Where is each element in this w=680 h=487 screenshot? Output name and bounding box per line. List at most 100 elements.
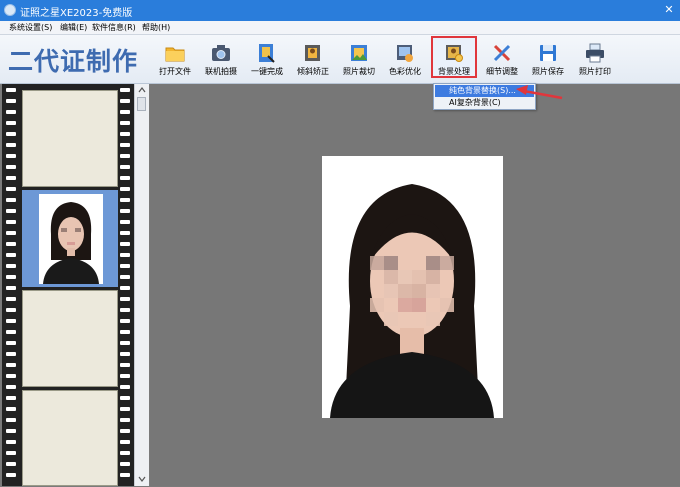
sprocket-hole — [120, 132, 130, 136]
app-icon — [4, 4, 16, 16]
thumbnail-portrait — [39, 194, 103, 284]
thumbnail-slot-empty[interactable] — [22, 290, 118, 387]
window-title: 证照之星XE2023-免费版 — [20, 8, 133, 19]
sprocket-hole — [6, 143, 16, 147]
scroll-down-button[interactable] — [136, 474, 148, 484]
color-optimize-button[interactable]: 色彩优化 — [383, 38, 427, 82]
color-icon — [397, 45, 413, 62]
sprocket-hole — [6, 132, 16, 136]
sprocket-hole — [120, 330, 130, 334]
detail-icon — [493, 44, 511, 62]
menu-system-settings[interactable]: 系统设置(S) — [9, 22, 52, 33]
sprocket-hole — [6, 187, 16, 191]
sprocket-hole — [120, 165, 130, 169]
photo-canvas[interactable] — [150, 84, 680, 486]
menu-software-info[interactable]: 软件信息(R) — [92, 22, 136, 33]
thumbnail-filmstrip — [2, 84, 134, 486]
detail-adjust-button[interactable]: 细节调整 — [480, 38, 524, 82]
thumbnail-slot-empty[interactable] — [22, 390, 118, 486]
sprocket-hole — [6, 121, 16, 125]
thumbnail-slot-empty[interactable] — [22, 90, 118, 187]
main-portrait-photo — [322, 156, 503, 418]
crop-icon — [351, 45, 367, 61]
scroll-thumb[interactable] — [137, 97, 146, 111]
sprocket-hole — [120, 407, 130, 411]
detail-adjust-label: 细节调整 — [486, 67, 518, 76]
camera-capture-label: 联机拍摄 — [205, 67, 237, 76]
sprocket-hole — [6, 286, 16, 290]
sprocket-hole — [120, 385, 130, 389]
sprocket-hole — [120, 121, 130, 125]
sprocket-hole — [6, 462, 16, 466]
sprocket-hole — [6, 407, 16, 411]
sprocket-hole — [120, 352, 130, 356]
sprocket-hole — [6, 220, 16, 224]
sprocket-hole — [6, 198, 16, 202]
sprocket-hole — [120, 110, 130, 114]
camera-capture-button[interactable]: 联机拍摄 — [199, 38, 243, 82]
sprocket-hole — [6, 308, 16, 312]
sprocket-hole — [6, 165, 16, 169]
sprocket-hole — [6, 99, 16, 103]
sprocket-hole — [6, 418, 16, 422]
sprocket-hole — [120, 451, 130, 455]
sprocket-hole — [6, 374, 16, 378]
sprocket-hole — [120, 88, 130, 92]
sprocket-hole — [120, 286, 130, 290]
tilt-correct-label: 倾斜矫正 — [297, 67, 329, 76]
sprocket-hole — [6, 440, 16, 444]
sprocket-hole — [6, 154, 16, 158]
sprocket-hole — [6, 363, 16, 367]
tilt-correct-button[interactable]: 倾斜矫正 — [291, 38, 335, 82]
one-click-label: 一键完成 — [251, 67, 283, 76]
print-photo-button[interactable]: 照片打印 — [573, 38, 617, 82]
chevron-up-icon — [138, 87, 146, 93]
open-file-button[interactable]: 打开文件 — [153, 38, 197, 82]
close-button[interactable]: ✕ — [660, 2, 678, 18]
sprocket-hole — [120, 363, 130, 367]
sprocket-hole — [120, 275, 130, 279]
one-click-button[interactable]: 一键完成 — [245, 38, 289, 82]
sprocket-hole — [120, 297, 130, 301]
sprocket-hole — [6, 396, 16, 400]
sprocket-hole — [120, 440, 130, 444]
menu-bar: 系统设置(S) 编辑(E) 软件信息(R) 帮助(H) — [0, 21, 680, 35]
sprocket-hole — [120, 176, 130, 180]
sprocket-hole — [6, 275, 16, 279]
save-photo-button[interactable]: 照片保存 — [526, 38, 570, 82]
sprocket-hole — [120, 418, 130, 422]
thumbnail-slot-selected[interactable] — [22, 190, 118, 287]
sprocket-hole — [6, 264, 16, 268]
print-photo-label: 照片打印 — [579, 67, 611, 76]
sprocket-hole — [120, 319, 130, 323]
sprocket-hole — [6, 319, 16, 323]
sprocket-hole — [120, 143, 130, 147]
sprocket-hole — [120, 341, 130, 345]
one-click-icon — [259, 44, 275, 63]
sprocket-hole — [120, 429, 130, 433]
sprocket-hole — [6, 451, 16, 455]
scroll-up-button[interactable] — [136, 85, 148, 95]
toolbar: 二代证制作 打开文件 联机拍摄 一键完成 倾斜矫正 照片裁切 色彩优化 背景处理… — [0, 35, 680, 84]
sprocket-hole — [120, 462, 130, 466]
brand-title: 二代证制作 — [8, 47, 139, 76]
sprocket-hole — [120, 187, 130, 191]
sprocket-hole — [120, 220, 130, 224]
crop-label: 照片裁切 — [343, 67, 375, 76]
sprocket-hole — [120, 264, 130, 268]
sprocket-hole — [6, 209, 16, 213]
sprocket-hole — [6, 385, 16, 389]
sprocket-hole — [120, 253, 130, 257]
sprocket-hole — [120, 308, 130, 312]
menu-help[interactable]: 帮助(H) — [142, 22, 170, 33]
chevron-down-icon — [138, 476, 146, 482]
background-process-button[interactable]: 背景处理 — [431, 36, 477, 78]
filmstrip-scrollbar[interactable] — [134, 84, 149, 486]
sprocket-hole — [120, 198, 130, 202]
annotation-arrow — [516, 85, 563, 100]
crop-button[interactable]: 照片裁切 — [337, 38, 381, 82]
sprocket-hole — [120, 154, 130, 158]
sprocket-hole — [120, 374, 130, 378]
sprocket-hole — [6, 330, 16, 334]
menu-edit[interactable]: 编辑(E) — [60, 22, 87, 33]
